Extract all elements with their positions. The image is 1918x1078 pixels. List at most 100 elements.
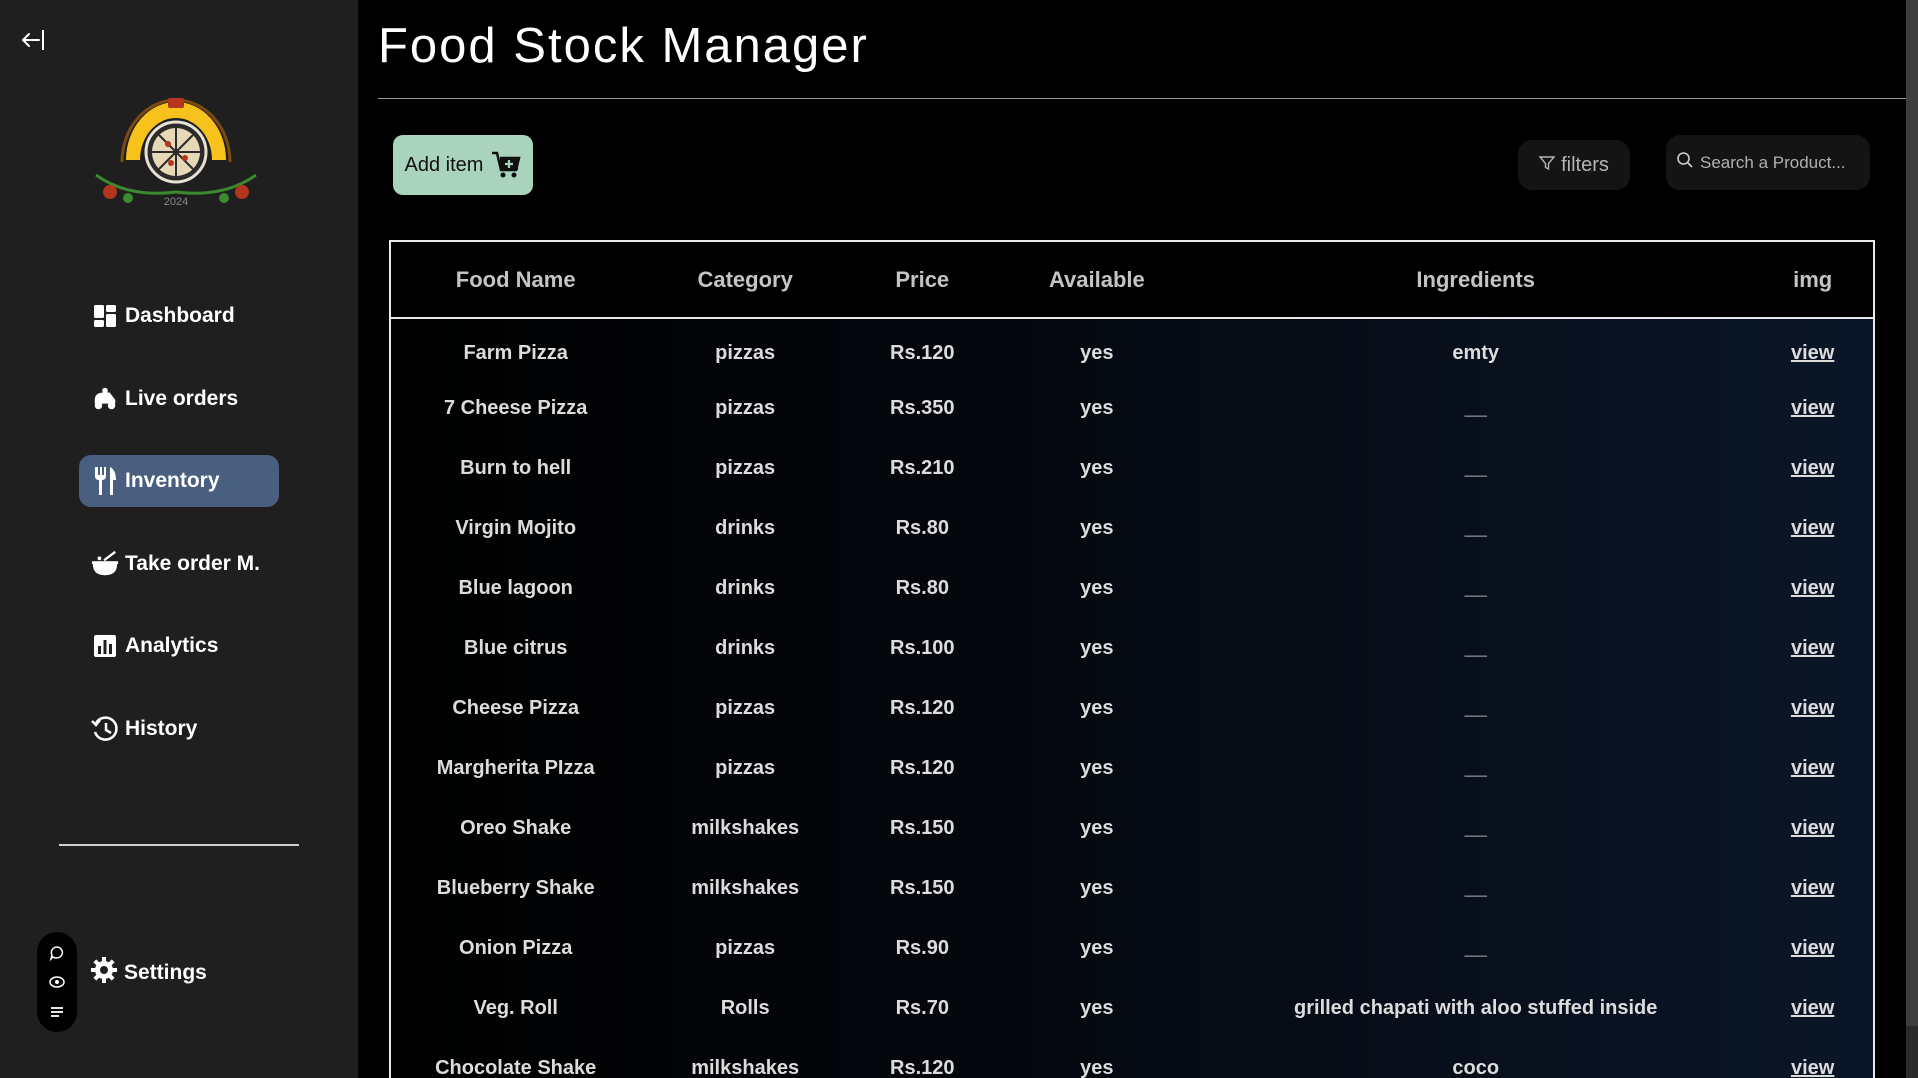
sidebar-item-label: Inventory xyxy=(125,469,220,492)
sidebar-item-take-order[interactable]: Take order M. xyxy=(79,538,279,590)
eye-icon[interactable] xyxy=(48,973,66,991)
cell-img: view xyxy=(1752,498,1873,558)
table-row[interactable]: Cheese Pizza pizzas Rs.120 yes __ view xyxy=(391,678,1873,738)
scrollbar-thumb[interactable] xyxy=(1906,0,1918,1026)
collapse-sidebar-icon[interactable] xyxy=(20,26,48,54)
table-row[interactable]: Onion Pizza pizzas Rs.90 yes __ view xyxy=(391,918,1873,978)
cell-price: Rs.120 xyxy=(890,1056,955,1078)
settings-label: Settings xyxy=(124,960,207,984)
sidebar-item-analytics[interactable]: Analytics xyxy=(79,620,279,672)
cell-ingredients: __ xyxy=(1464,636,1487,659)
cell-name: Oreo Shake xyxy=(460,816,572,839)
cell-img: view xyxy=(1752,618,1873,678)
table-row[interactable]: Margherita PIzza pizzas Rs.120 yes __ view xyxy=(391,738,1873,798)
delivery-icon xyxy=(91,385,119,413)
cell-name: Cheese Pizza xyxy=(452,696,580,719)
cell-ingredients: __ xyxy=(1464,456,1487,479)
search-icon xyxy=(1676,151,1694,174)
cell-price: Rs.70 xyxy=(895,996,949,1019)
gear-icon xyxy=(90,956,118,989)
cell-img: view xyxy=(1752,438,1873,498)
view-image-link[interactable]: view xyxy=(1791,577,1834,599)
view-image-link[interactable]: view xyxy=(1791,877,1834,899)
table-row[interactable]: Chocolate Shake milkshakes Rs.120 yes coco vi… xyxy=(391,1038,1873,1078)
view-image-link[interactable]: view xyxy=(1791,342,1834,364)
cell-category: Rolls xyxy=(720,996,770,1019)
sidebar-item-label: Take order M. xyxy=(125,551,260,575)
history-icon xyxy=(91,715,119,743)
cell-ingredients: emty xyxy=(1452,342,1500,364)
sidebar-item-live-orders[interactable]: Live orders xyxy=(79,373,279,425)
table-row[interactable]: Blueberry Shake milkshakes Rs.150 yes __ view xyxy=(391,858,1873,918)
pizza-logo: 2024 xyxy=(88,80,264,215)
sidebar-item-label: Dashboard xyxy=(125,304,235,327)
sidebar: 2024 Dashboard Live orders Inventory Tak… xyxy=(0,0,358,1078)
view-image-link[interactable]: view xyxy=(1791,997,1834,1019)
column-header-category[interactable]: Category xyxy=(640,242,850,318)
cell-img: view xyxy=(1752,378,1873,438)
inventory-table: Food Name Category Price Available Ingre… xyxy=(389,240,1875,1078)
cell-price: Rs.150 xyxy=(890,876,955,899)
dashboard-icon xyxy=(91,302,119,330)
cell-available: yes xyxy=(1080,516,1114,539)
table-row[interactable]: Blue lagoon drinks Rs.80 yes __ view xyxy=(391,558,1873,618)
cell-category: drinks xyxy=(715,636,776,659)
cell-name: Burn to hell xyxy=(460,456,572,479)
page-title: Food Stock Manager xyxy=(378,19,869,73)
column-header-available[interactable]: Available xyxy=(995,242,1200,318)
cell-name: Veg. Roll xyxy=(473,996,558,1019)
column-header-price[interactable]: Price xyxy=(850,242,995,318)
sidebar-item-history[interactable]: History xyxy=(79,703,279,755)
view-image-link[interactable]: view xyxy=(1791,1057,1834,1078)
view-image-link[interactable]: view xyxy=(1791,757,1834,779)
cell-img: view xyxy=(1752,558,1873,618)
cell-category: pizzas xyxy=(715,756,776,779)
table-row[interactable]: Farm Pizza pizzas Rs.120 yes emty view xyxy=(391,318,1873,378)
cell-ingredients: __ xyxy=(1464,816,1487,839)
view-image-link[interactable]: view xyxy=(1791,817,1834,839)
search-box xyxy=(1666,135,1870,190)
cell-name: Chocolate Shake xyxy=(435,1056,597,1078)
table-row[interactable]: Burn to hell pizzas Rs.210 yes __ view xyxy=(391,438,1873,498)
search-input[interactable] xyxy=(1700,152,1870,173)
cell-img: view xyxy=(1752,798,1873,858)
column-header-ingredients[interactable]: Ingredients xyxy=(1199,242,1752,318)
settings-button[interactable]: Settings xyxy=(90,956,207,989)
logo-year: 2024 xyxy=(164,196,188,208)
table-row[interactable]: Blue citrus drinks Rs.100 yes __ view xyxy=(391,618,1873,678)
page-scrollbar[interactable] xyxy=(1906,0,1918,1078)
cell-name: Onion Pizza xyxy=(459,936,573,959)
cell-price: Rs.120 xyxy=(890,756,955,779)
table-row[interactable]: Oreo Shake milkshakes Rs.150 yes __ view xyxy=(391,798,1873,858)
cell-available: yes xyxy=(1080,342,1114,364)
view-image-link[interactable]: view xyxy=(1791,457,1834,479)
chart-icon xyxy=(91,632,119,660)
cell-available: yes xyxy=(1080,936,1114,959)
cell-img: view xyxy=(1752,918,1873,978)
view-image-link[interactable]: view xyxy=(1791,637,1834,659)
view-image-link[interactable]: view xyxy=(1791,517,1834,539)
table-row[interactable]: Virgin Mojito drinks Rs.80 yes __ view xyxy=(391,498,1873,558)
cell-category: pizzas xyxy=(715,696,776,719)
filters-button[interactable]: filters xyxy=(1518,140,1630,190)
view-image-link[interactable]: view xyxy=(1791,397,1834,419)
table-row[interactable]: 7 Cheese Pizza pizzas Rs.350 yes __ view xyxy=(391,378,1873,438)
cell-ingredients: __ xyxy=(1464,576,1487,599)
app-root: 2024 Dashboard Live orders Inventory Tak… xyxy=(0,0,1918,1078)
chat-icon[interactable] xyxy=(48,944,66,962)
table-row[interactable]: Veg. Roll Rolls Rs.70 yes grilled chapati wi… xyxy=(391,978,1873,1038)
fork-knife-icon xyxy=(91,467,119,495)
sidebar-divider xyxy=(59,844,299,846)
view-image-link[interactable]: view xyxy=(1791,937,1834,959)
menu-list-icon[interactable] xyxy=(48,1003,66,1021)
sidebar-item-dashboard[interactable]: Dashboard xyxy=(79,290,279,342)
add-item-label: Add item xyxy=(404,153,484,176)
column-header-img[interactable]: img xyxy=(1752,242,1873,318)
add-item-button[interactable]: Add item xyxy=(393,135,533,195)
cell-name: 7 Cheese Pizza xyxy=(443,396,588,419)
column-header-food-name[interactable]: Food Name xyxy=(391,242,640,318)
view-image-link[interactable]: view xyxy=(1791,697,1834,719)
cell-available: yes xyxy=(1080,696,1114,719)
sidebar-item-inventory[interactable]: Inventory xyxy=(79,455,279,507)
cell-img: view xyxy=(1752,1038,1873,1078)
